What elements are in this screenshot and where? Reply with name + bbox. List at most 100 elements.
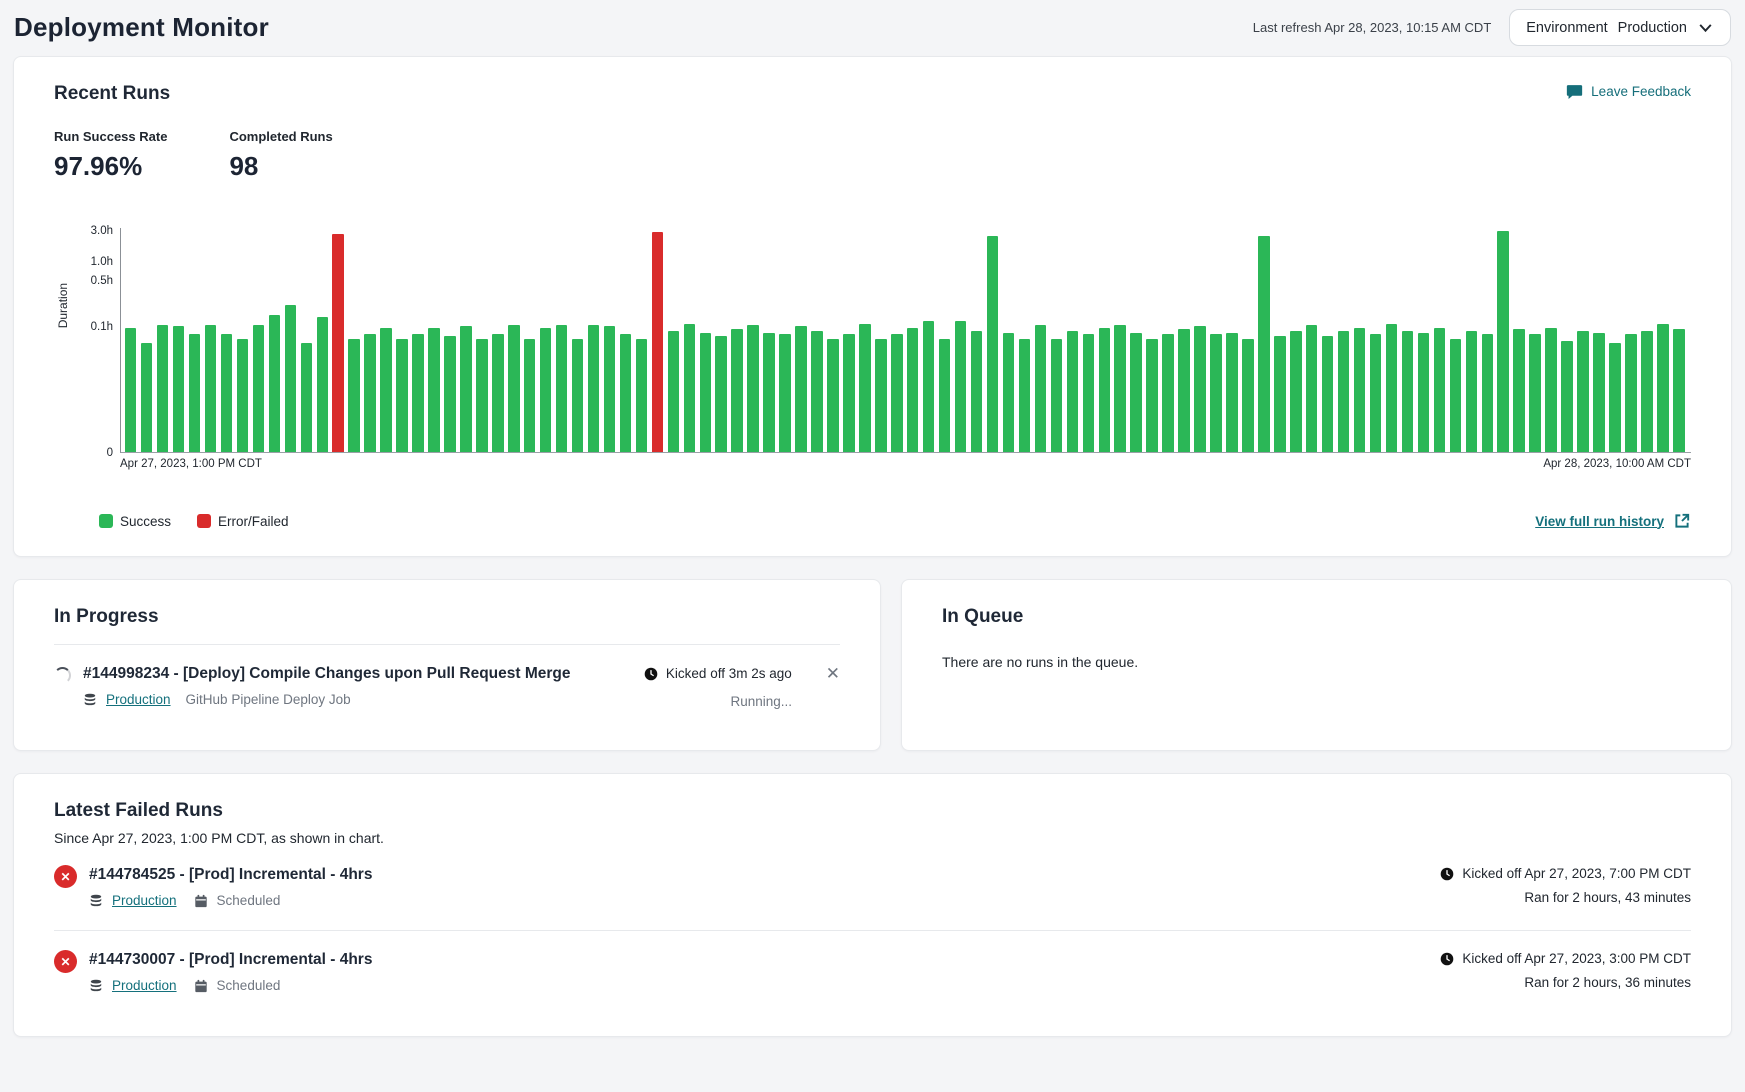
success-run-bar[interactable] [604, 326, 615, 452]
leave-feedback-link[interactable]: Leave Feedback [1566, 83, 1691, 100]
success-run-bar[interactable] [955, 321, 966, 452]
success-run-bar[interactable] [1497, 231, 1508, 452]
success-run-bar[interactable] [747, 325, 758, 452]
success-run-bar[interactable] [492, 334, 503, 452]
success-run-bar[interactable] [891, 334, 902, 452]
success-run-bar[interactable] [572, 339, 583, 453]
success-run-bar[interactable] [285, 305, 296, 452]
success-run-bar[interactable] [875, 339, 886, 453]
failed-run-bar[interactable] [652, 232, 663, 452]
success-run-bar[interactable] [1641, 331, 1652, 452]
success-run-bar[interactable] [444, 336, 455, 452]
success-run-bar[interactable] [460, 326, 471, 452]
success-run-bar[interactable] [923, 321, 934, 452]
success-run-bar[interactable] [396, 339, 407, 453]
success-run-bar[interactable] [1673, 329, 1684, 452]
success-run-bar[interactable] [1482, 334, 1493, 452]
success-run-bar[interactable] [1402, 331, 1413, 452]
success-run-bar[interactable] [1338, 331, 1349, 452]
success-run-bar[interactable] [269, 315, 280, 452]
success-run-bar[interactable] [508, 325, 519, 452]
success-run-bar[interactable] [1051, 339, 1062, 453]
success-run-bar[interactable] [811, 331, 822, 452]
success-run-bar[interactable] [779, 334, 790, 452]
success-run-bar[interactable] [1242, 339, 1253, 453]
success-run-bar[interactable] [668, 331, 679, 452]
success-run-bar[interactable] [827, 339, 838, 453]
success-run-bar[interactable] [1306, 325, 1317, 452]
success-run-bar[interactable] [1178, 329, 1189, 452]
success-run-bar[interactable] [1450, 339, 1461, 453]
success-run-bar[interactable] [1290, 331, 1301, 452]
success-run-bar[interactable] [859, 324, 870, 452]
success-run-bar[interactable] [1114, 325, 1125, 452]
success-run-bar[interactable] [1258, 236, 1269, 452]
success-run-bar[interactable] [1083, 334, 1094, 452]
success-run-bar[interactable] [620, 334, 631, 452]
success-run-bar[interactable] [1035, 325, 1046, 452]
success-run-bar[interactable] [221, 334, 232, 452]
success-run-bar[interactable] [1418, 333, 1429, 452]
success-run-bar[interactable] [1019, 339, 1030, 453]
success-run-bar[interactable] [1210, 334, 1221, 452]
success-run-bar[interactable] [556, 325, 567, 452]
success-run-bar[interactable] [1274, 336, 1285, 452]
success-run-bar[interactable] [189, 334, 200, 452]
success-run-bar[interactable] [1067, 331, 1078, 452]
success-run-bar[interactable] [1162, 334, 1173, 452]
success-run-bar[interactable] [843, 334, 854, 452]
success-run-bar[interactable] [380, 328, 391, 452]
success-run-bar[interactable] [1099, 328, 1110, 452]
close-icon[interactable]: ✕ [826, 665, 840, 682]
success-run-bar[interactable] [1146, 339, 1157, 453]
success-run-bar[interactable] [1130, 333, 1141, 452]
environment-tag-link[interactable]: Production [106, 692, 171, 707]
success-run-bar[interactable] [684, 324, 695, 452]
environment-tag-link[interactable]: Production [112, 893, 177, 908]
success-run-bar[interactable] [1370, 334, 1381, 452]
success-run-bar[interactable] [317, 317, 328, 452]
success-run-bar[interactable] [1226, 333, 1237, 452]
success-run-bar[interactable] [253, 325, 264, 452]
success-run-bar[interactable] [205, 325, 216, 452]
success-run-bar[interactable] [237, 339, 248, 453]
environment-dropdown[interactable]: Environment Production [1509, 9, 1731, 46]
success-run-bar[interactable] [636, 339, 647, 453]
success-run-bar[interactable] [588, 325, 599, 452]
success-run-bar[interactable] [1434, 328, 1445, 452]
success-run-bar[interactable] [348, 339, 359, 453]
success-run-bar[interactable] [141, 343, 152, 452]
success-run-bar[interactable] [1561, 341, 1572, 452]
success-run-bar[interactable] [476, 339, 487, 453]
success-run-bar[interactable] [1625, 334, 1636, 452]
success-run-bar[interactable] [301, 343, 312, 452]
success-run-bar[interactable] [157, 325, 168, 452]
success-run-bar[interactable] [412, 334, 423, 452]
success-run-bar[interactable] [731, 329, 742, 452]
success-run-bar[interactable] [1466, 331, 1477, 452]
success-run-bar[interactable] [715, 336, 726, 452]
success-run-bar[interactable] [1545, 328, 1556, 452]
success-run-bar[interactable] [795, 326, 806, 452]
success-run-bar[interactable] [1003, 333, 1014, 452]
success-run-bar[interactable] [1322, 336, 1333, 452]
success-run-bar[interactable] [1609, 343, 1620, 452]
success-run-bar[interactable] [1354, 328, 1365, 452]
success-run-bar[interactable] [125, 328, 136, 452]
success-run-bar[interactable] [987, 236, 998, 452]
success-run-bar[interactable] [1657, 324, 1668, 452]
success-run-bar[interactable] [364, 334, 375, 452]
success-run-bar[interactable] [907, 328, 918, 452]
success-run-bar[interactable] [971, 331, 982, 452]
success-run-bar[interactable] [700, 333, 711, 452]
success-run-bar[interactable] [524, 339, 535, 453]
environment-tag-link[interactable]: Production [112, 978, 177, 993]
success-run-bar[interactable] [1529, 334, 1540, 452]
success-run-bar[interactable] [1577, 331, 1588, 452]
success-run-bar[interactable] [173, 326, 184, 452]
success-run-bar[interactable] [540, 328, 551, 452]
view-full-run-history-link[interactable]: View full run history [1535, 512, 1691, 530]
success-run-bar[interactable] [763, 333, 774, 452]
success-run-bar[interactable] [1593, 333, 1604, 452]
success-run-bar[interactable] [939, 339, 950, 453]
